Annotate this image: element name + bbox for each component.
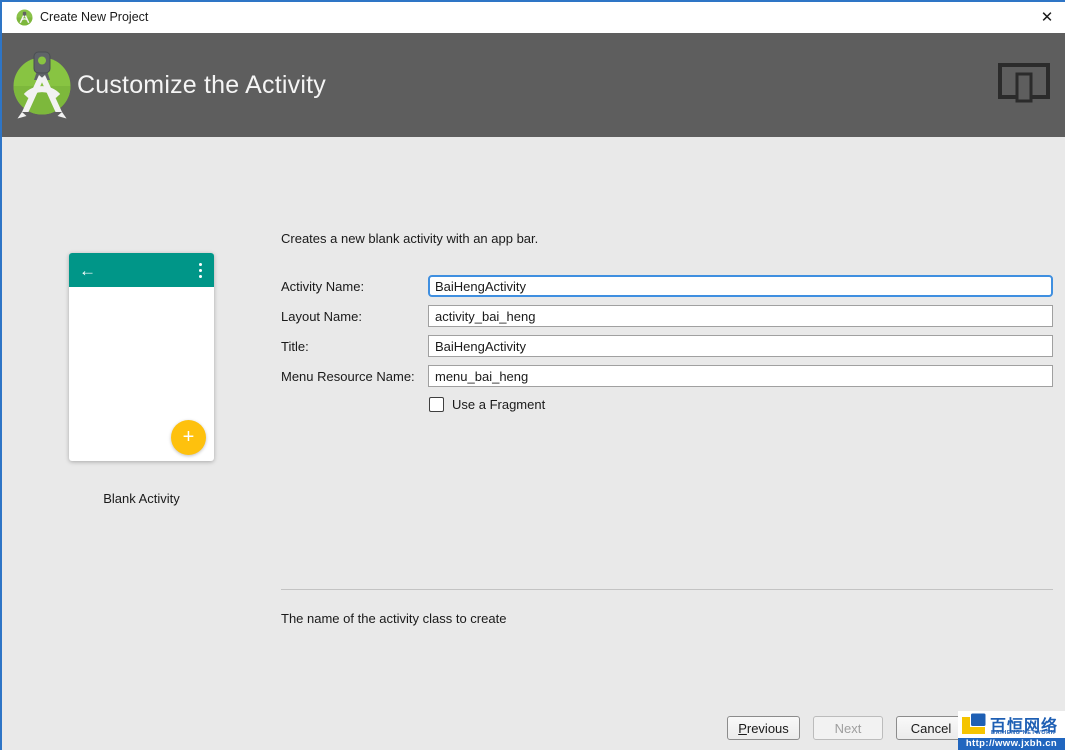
wizard-header: Customize the Activity [0,33,1065,137]
use-fragment-row: Use a Fragment [429,397,545,412]
devices-icon [998,63,1050,103]
baiheng-watermark-top: 百恒网络 BAIHENG NETWORK [958,711,1065,738]
layout-name-label: Layout Name: [281,309,428,324]
baiheng-logo-icon [961,713,988,736]
layout-name-input[interactable] [428,305,1053,327]
activity-name-label: Activity Name: [281,279,428,294]
field-row-activity-name: Activity Name: [281,275,1053,297]
title-bar: Create New Project ✕ [0,2,1065,33]
title-input[interactable] [428,335,1053,357]
window-title: Create New Project [40,2,148,33]
menu-resource-name-input[interactable] [428,365,1053,387]
field-row-menu-resource-name: Menu Resource Name: [281,365,1053,387]
preview-caption: Blank Activity [69,491,214,506]
create-new-project-window: Create New Project ✕ Customize the Activ… [0,0,1065,750]
preview-appbar: ← [69,253,214,287]
baiheng-name-en: BAIHENG NETWORK [991,730,1055,736]
activity-name-input[interactable] [428,275,1053,297]
window-frame-left [0,0,2,750]
kebab-menu-icon [199,263,204,278]
back-arrow-icon: ← [79,262,96,279]
activity-preview-card: ← + [69,253,214,461]
next-button[interactable]: Next [813,716,883,740]
field-row-title: Title: [281,335,1053,357]
window-frame-top [0,0,1065,2]
android-studio-logo [13,42,71,120]
page-title: Customize the Activity [77,33,326,137]
use-fragment-checkbox[interactable] [429,397,444,412]
cancel-button[interactable]: Cancel [896,716,966,740]
field-row-layout-name: Layout Name: [281,305,1053,327]
fab-plus-icon: + [171,420,206,455]
baiheng-watermark: 百恒网络 BAIHENG NETWORK http://www.jxbh.cn [958,711,1065,750]
title-label: Title: [281,339,428,354]
form-divider [281,589,1053,590]
use-fragment-label: Use a Fragment [452,397,545,412]
menu-resource-name-label: Menu Resource Name: [281,369,428,384]
baiheng-url: http://www.jxbh.cn [958,738,1065,750]
field-hint-text: The name of the activity class to create [281,611,506,626]
android-studio-icon [16,9,33,26]
template-description: Creates a new blank activity with an app… [281,231,538,246]
close-button[interactable]: ✕ [1033,4,1061,31]
previous-button[interactable]: Previous [727,716,800,740]
